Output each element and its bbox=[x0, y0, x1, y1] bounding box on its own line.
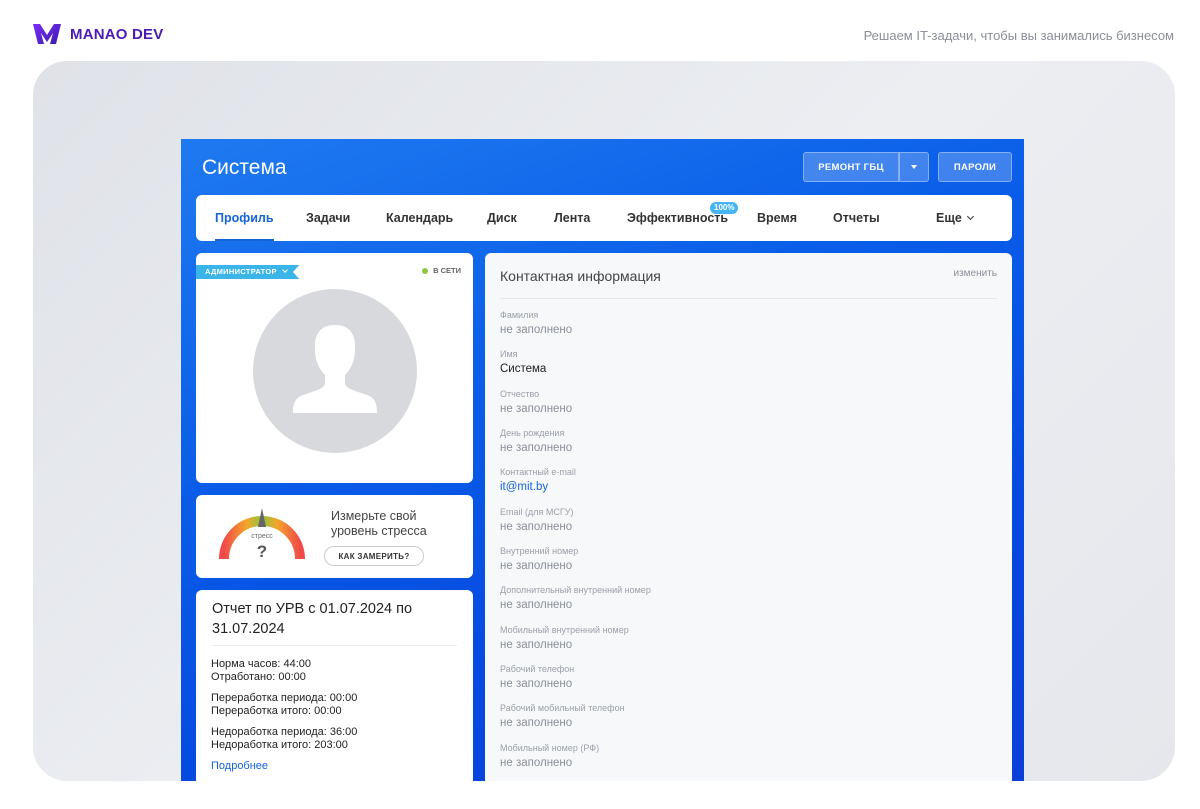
report-undertime-total: Недоработка итого: 203:00 bbox=[211, 739, 348, 751]
report-undertime-period: Недоработка периода: 36:00 bbox=[211, 726, 358, 738]
report-divider bbox=[212, 645, 457, 646]
contact-edit-link[interactable]: изменить bbox=[953, 268, 997, 279]
manao-logo-icon bbox=[33, 24, 61, 44]
chevron-down-icon bbox=[282, 267, 289, 273]
chevron-down-icon bbox=[966, 212, 974, 221]
field-value: не заполнено bbox=[500, 678, 573, 690]
field-label: Мобильный внутренний номер bbox=[500, 625, 629, 635]
field-internal-number: Внутренний номер не заполнено bbox=[500, 546, 578, 572]
gauge-value: ? bbox=[257, 542, 267, 561]
report-worked: Отработано: 00:00 bbox=[211, 671, 306, 683]
tab-reports[interactable]: Отчеты bbox=[833, 195, 880, 241]
field-extra-internal-number: Дополнительный внутренний номер не запол… bbox=[500, 585, 651, 611]
report-title: Отчет по УРВ с 01.07.2024 по 31.07.2024 bbox=[212, 601, 413, 637]
field-mobile-rf: Мобильный номер (РФ) не заполнено bbox=[500, 743, 599, 769]
field-label: Дополнительный внутренний номер bbox=[500, 585, 651, 595]
tab-feed[interactable]: Лента bbox=[554, 195, 590, 241]
gauge-label: стресс bbox=[251, 533, 273, 540]
user-silhouette-icon bbox=[293, 325, 377, 413]
field-work-mobile-phone: Рабочий мобильный телефон не заполнено bbox=[500, 703, 625, 729]
report-card: Отчет по УРВ с 01.07.2024 по 31.07.2024 … bbox=[196, 590, 473, 781]
brand-logo[interactable]: MANAO DEV bbox=[32, 22, 163, 46]
field-label: Имя bbox=[500, 349, 518, 359]
tab-calendar[interactable]: Календарь bbox=[386, 195, 453, 241]
contact-title: Контактная информация bbox=[500, 268, 661, 284]
online-dot-icon bbox=[422, 267, 429, 274]
field-work-phone: Рабочий телефон не заполнено bbox=[500, 664, 574, 690]
field-label: Email (для МСГУ) bbox=[500, 507, 574, 517]
passwords-button[interactable]: ПАРОЛИ bbox=[938, 152, 1012, 182]
field-label: Отчество bbox=[500, 389, 540, 399]
field-value: не заполнено bbox=[500, 442, 573, 454]
brand-slogan: Решаем IT-задачи, чтобы вы занимались би… bbox=[863, 28, 1174, 43]
online-status: В СЕТИ bbox=[422, 266, 461, 275]
field-birthday: День рождения не заполнено bbox=[500, 428, 572, 454]
profile-card: АДМИНИСТРАТОР В СЕТИ bbox=[196, 253, 473, 483]
screenshot-stage: Система РЕМОНТ ГБЦ ПАРОЛИ Профиль Задачи… bbox=[33, 61, 1175, 781]
tab-more[interactable]: Еще bbox=[936, 195, 974, 241]
page-title: Система bbox=[202, 156, 287, 179]
measure-stress-button[interactable]: КАК ЗАМЕРИТЬ? bbox=[324, 546, 424, 566]
report-more-link[interactable]: Подробнее bbox=[211, 760, 268, 772]
field-label: Рабочий телефон bbox=[500, 664, 575, 674]
field-value: не заполнено bbox=[500, 403, 573, 415]
role-label: АДМИНИСТРАТОР bbox=[205, 267, 277, 276]
email-link[interactable]: it@mit.by bbox=[500, 481, 576, 493]
app-window: Система РЕМОНТ ГБЦ ПАРОЛИ Профиль Задачи… bbox=[181, 139, 1024, 781]
role-badge[interactable]: АДМИНИСТРАТОР bbox=[196, 265, 300, 279]
contact-card: Контактная информация изменить Фамилия н… bbox=[485, 253, 1012, 781]
report-overtime-total: Переработка итого: 00:00 bbox=[211, 705, 342, 717]
efficiency-badge: 100% bbox=[710, 202, 739, 214]
field-value: не заполнено bbox=[500, 639, 573, 651]
site-header: MANAO DEV Решаем IT-задачи, чтобы вы зан… bbox=[0, 0, 1200, 60]
field-value: не заполнено bbox=[500, 324, 573, 336]
brand-name: MANAO DEV bbox=[70, 25, 164, 43]
repair-button-group: РЕМОНТ ГБЦ bbox=[803, 152, 929, 182]
stress-gauge: стресс ? bbox=[219, 508, 305, 561]
field-email-msgu: Email (для МСГУ) не заполнено bbox=[500, 507, 573, 533]
field-label: Фамилия bbox=[500, 310, 539, 320]
caret-down-icon bbox=[911, 165, 917, 169]
field-value: не заполнено bbox=[500, 717, 573, 729]
repair-dropdown-button[interactable] bbox=[899, 152, 929, 182]
tab-disk[interactable]: Диск bbox=[487, 195, 517, 241]
tab-time[interactable]: Время bbox=[757, 195, 797, 241]
tab-profile[interactable]: Профиль bbox=[215, 195, 274, 241]
online-status-label: В СЕТИ bbox=[433, 266, 461, 275]
field-value: не заполнено bbox=[500, 560, 573, 572]
field-last-name: Фамилия не заполнено bbox=[500, 310, 572, 336]
field-first-name: Имя Система bbox=[500, 349, 546, 375]
tab-tasks[interactable]: Задачи bbox=[306, 195, 350, 241]
report-norm-hours: Норма часов: 44:00 bbox=[211, 658, 311, 670]
field-contact-email: Контактный e-mail it@mit.by bbox=[500, 467, 576, 493]
field-value: не заполнено bbox=[500, 599, 573, 611]
tab-more-label: Еще bbox=[936, 211, 962, 225]
stress-card: стресс ? Измерьте свой уровень стресса К… bbox=[196, 495, 473, 578]
field-value: не заполнено bbox=[500, 521, 573, 533]
field-patronymic: Отчество не заполнено bbox=[500, 389, 572, 415]
field-label: Мобильный номер (РФ) bbox=[500, 743, 600, 753]
report-overtime-period: Переработка периода: 00:00 bbox=[211, 692, 358, 704]
tab-bar: Профиль Задачи Календарь Диск Лента Эффе… bbox=[196, 195, 1012, 241]
contact-divider bbox=[500, 298, 997, 299]
field-value: Система bbox=[500, 363, 547, 375]
field-label: Контактный e-mail bbox=[500, 467, 576, 477]
field-label: Внутренний номер bbox=[500, 546, 579, 556]
avatar[interactable] bbox=[253, 289, 417, 453]
stress-prompt: Измерьте свой уровень стресса bbox=[331, 509, 427, 538]
field-mobile-internal-number: Мобильный внутренний номер не заполнено bbox=[500, 625, 629, 651]
field-label: День рождения bbox=[500, 428, 565, 438]
field-label: Рабочий мобильный телефон bbox=[500, 703, 625, 713]
repair-button[interactable]: РЕМОНТ ГБЦ bbox=[803, 152, 899, 182]
field-value: не заполнено bbox=[500, 757, 573, 769]
